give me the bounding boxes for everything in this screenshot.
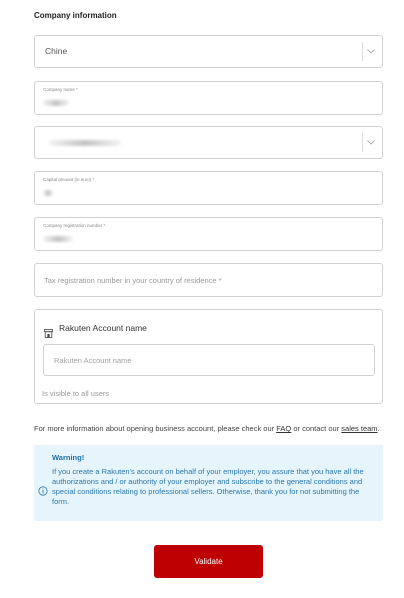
info-text: For more information about opening busin…: [34, 424, 394, 433]
info-suffix: .: [377, 424, 380, 433]
capital-amount-label: Capital amount (in euro) *: [43, 177, 95, 182]
capital-amount-field[interactable]: Capital amount (in euro) *: [34, 171, 383, 205]
legal-form-select[interactable]: [34, 126, 383, 159]
rakuten-account-input[interactable]: Rakuten Account name: [43, 344, 375, 376]
registration-number-field[interactable]: Company registration number *: [34, 217, 383, 251]
rakuten-account-section: Rakuten Account name Rakuten Account nam…: [34, 309, 383, 404]
chevron-down-icon: [365, 135, 377, 149]
rakuten-account-title: Rakuten Account name: [59, 323, 147, 333]
registration-number-redacted-value: [43, 236, 73, 242]
info-icon: [38, 483, 48, 496]
company-name-field[interactable]: Company name *: [34, 81, 383, 115]
rakuten-account-placeholder: Rakuten Account name: [54, 356, 132, 365]
faq-link[interactable]: FAQ: [276, 424, 291, 433]
registration-number-label: Company registration number *: [43, 223, 106, 228]
company-name-redacted-value: [43, 100, 69, 106]
select-divider: [362, 133, 363, 152]
tax-number-field[interactable]: Tax registration number in your country …: [34, 263, 383, 297]
capital-amount-redacted-value: [43, 190, 53, 196]
legal-form-redacted-value: [49, 140, 121, 146]
info-prefix: For more information about opening busin…: [34, 424, 277, 433]
warning-body: If you create a Rakuten's account on beh…: [52, 467, 364, 506]
country-select[interactable]: Chine: [34, 35, 383, 68]
chevron-down-icon: [365, 44, 377, 58]
sales-team-link[interactable]: sales team: [341, 424, 377, 433]
select-divider: [362, 42, 363, 61]
tax-number-placeholder: Tax registration number in your country …: [44, 276, 222, 285]
rakuten-account-helper: Is visible to all users: [42, 389, 110, 398]
store-icon: [44, 325, 53, 338]
info-middle: or contact our: [291, 424, 342, 433]
section-title: Company information: [34, 11, 117, 20]
validate-button[interactable]: Validate: [154, 545, 263, 578]
warning-box: Warning! If you create a Rakuten's accou…: [34, 445, 383, 521]
country-select-value: Chine: [45, 46, 68, 56]
company-name-label: Company name *: [43, 87, 78, 92]
warning-title: Warning!: [52, 453, 85, 462]
